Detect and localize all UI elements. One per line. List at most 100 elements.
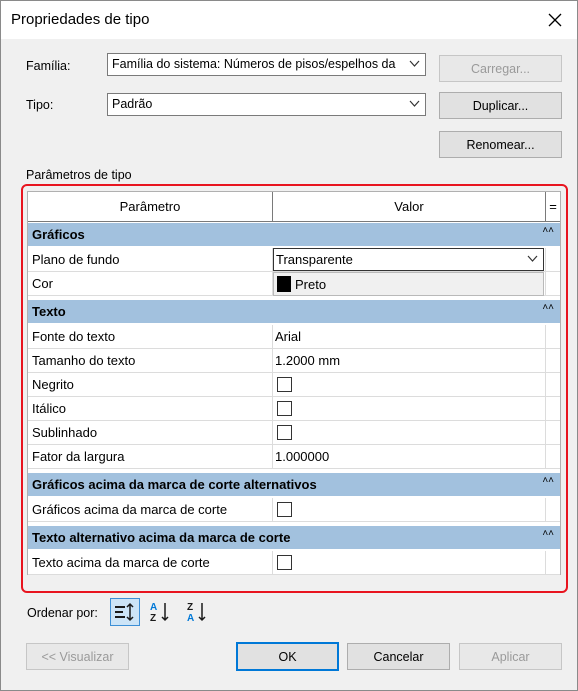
param-row-italic[interactable]: Itálico xyxy=(28,397,560,421)
group-name: Gráficos xyxy=(32,227,85,242)
color-swatch xyxy=(277,276,291,292)
cancel-button[interactable]: Cancelar xyxy=(347,643,450,670)
type-select-value: Padrão xyxy=(112,97,153,111)
underline-checkbox[interactable] xyxy=(277,425,292,440)
collapse-icon[interactable]: ˄˄ xyxy=(542,528,554,539)
param-name: Cor xyxy=(32,276,53,291)
parameters-grid: Parâmetro Valor = Gráficos ˄˄ Plano de f… xyxy=(27,191,561,575)
group-header-text[interactable]: Texto ˄˄ xyxy=(28,300,560,324)
graphics-above-cut-checkbox[interactable] xyxy=(277,502,292,517)
param-value[interactable]: 1.000000 xyxy=(275,449,329,464)
param-row-text-font[interactable]: Fonte do texto Arial xyxy=(28,325,560,349)
column-divider xyxy=(545,445,546,468)
type-label: Tipo: xyxy=(26,98,54,112)
column-header-value-label: Valor xyxy=(394,199,424,214)
sort-grouped-icon xyxy=(115,602,134,622)
param-row-text-above-cut[interactable]: Texto acima da marca de corte xyxy=(28,551,560,575)
apply-button-label: Aplicar xyxy=(491,649,530,664)
param-value[interactable]: 1.2000 mm xyxy=(275,353,340,368)
param-row-underline[interactable]: Sublinhado xyxy=(28,421,560,445)
column-divider xyxy=(545,397,546,420)
param-name: Texto acima da marca de corte xyxy=(32,555,210,570)
type-select[interactable]: Padrão xyxy=(107,93,426,116)
param-name: Gráficos acima da marca de corte xyxy=(32,502,228,517)
param-name: Tamanho do texto xyxy=(32,353,136,368)
column-divider xyxy=(272,421,273,444)
param-row-width-factor[interactable]: Fator da largura 1.000000 xyxy=(28,445,560,469)
group-name: Gráficos acima da marca de corte alterna… xyxy=(32,477,317,492)
type-parameters-label: Parâmetros de tipo xyxy=(26,168,132,182)
rename-button[interactable]: Renomear... xyxy=(439,131,562,158)
close-icon xyxy=(548,13,562,27)
collapse-icon[interactable]: ˄˄ xyxy=(542,302,554,313)
italic-checkbox[interactable] xyxy=(277,401,292,416)
cancel-button-label: Cancelar xyxy=(373,649,424,664)
type-properties-dialog: Propriedades de tipo Família: Família do… xyxy=(0,0,578,691)
column-divider xyxy=(545,325,546,348)
load-button[interactable]: Carregar... xyxy=(439,55,562,82)
collapse-icon[interactable]: ˄˄ xyxy=(542,225,554,236)
collapse-icon[interactable]: ˄˄ xyxy=(542,475,554,486)
svg-text:Z: Z xyxy=(187,602,193,613)
duplicate-button-label: Duplicar... xyxy=(472,98,529,113)
param-row-background[interactable]: Plano de fundo Transparente xyxy=(28,248,560,272)
column-header-equals[interactable]: = xyxy=(546,192,560,222)
column-divider xyxy=(545,373,546,396)
param-name: Sublinhado xyxy=(32,425,98,440)
sort-descending-button[interactable]: Z A xyxy=(182,598,212,626)
column-divider xyxy=(545,349,546,372)
apply-button[interactable]: Aplicar xyxy=(459,643,562,670)
preview-button[interactable]: << Visualizar xyxy=(26,643,129,670)
svg-text:A: A xyxy=(187,613,194,623)
ok-button-label: OK xyxy=(278,649,297,664)
sort-az-icon: A Z xyxy=(150,602,169,623)
close-button[interactable] xyxy=(541,7,569,33)
group-header-text-above-cut[interactable]: Texto alternativo acima da marca de cort… xyxy=(28,526,560,550)
background-select[interactable]: Transparente xyxy=(273,248,544,271)
chevron-down-icon xyxy=(409,60,420,67)
chevron-down-icon xyxy=(527,255,538,262)
column-divider xyxy=(272,551,273,574)
dropdown-option-black[interactable]: Preto xyxy=(273,272,544,296)
background-select-value: Transparente xyxy=(276,252,353,267)
family-select[interactable]: Família do sistema: Números de pisos/esp… xyxy=(107,53,426,76)
column-divider xyxy=(272,373,273,396)
column-header-parameter[interactable]: Parâmetro xyxy=(28,192,273,222)
param-name: Fator da largura xyxy=(32,449,125,464)
svg-text:Z: Z xyxy=(150,613,156,623)
column-header-equals-label: = xyxy=(549,199,557,214)
duplicate-button[interactable]: Duplicar... xyxy=(439,92,562,119)
column-header-parameter-label: Parâmetro xyxy=(119,199,181,214)
column-divider xyxy=(545,498,546,521)
svg-text:A: A xyxy=(150,602,157,613)
column-divider xyxy=(272,325,273,348)
param-name: Fonte do texto xyxy=(32,329,116,344)
family-label: Família: xyxy=(26,59,71,73)
group-name: Texto xyxy=(32,304,66,319)
param-row-graphics-above-cut[interactable]: Gráficos acima da marca de corte xyxy=(28,498,560,522)
family-select-value: Família do sistema: Números de pisos/esp… xyxy=(112,57,396,71)
param-name: Plano de fundo xyxy=(32,252,120,267)
sort-by-label: Ordenar por: xyxy=(27,606,98,620)
column-header-value[interactable]: Valor xyxy=(273,192,546,222)
bold-checkbox[interactable] xyxy=(277,377,292,392)
param-row-bold[interactable]: Negrito xyxy=(28,373,560,397)
dialog-title: Propriedades de tipo xyxy=(11,11,150,28)
ok-button[interactable]: OK xyxy=(236,642,339,671)
text-above-cut-checkbox[interactable] xyxy=(277,555,292,570)
param-row-color[interactable]: Cor Preto xyxy=(28,272,560,296)
param-name: Negrito xyxy=(32,377,74,392)
param-name: Itálico xyxy=(32,401,66,416)
sort-grouped-button[interactable] xyxy=(110,598,140,626)
param-value[interactable]: Arial xyxy=(275,329,301,344)
preview-button-label: << Visualizar xyxy=(41,649,114,664)
group-header-graphics[interactable]: Gráficos ˄˄ xyxy=(28,223,560,247)
load-button-label: Carregar... xyxy=(470,61,531,76)
column-divider xyxy=(545,248,546,271)
column-divider xyxy=(272,349,273,372)
param-row-text-size[interactable]: Tamanho do texto 1.2000 mm xyxy=(28,349,560,373)
chevron-down-icon xyxy=(409,100,420,107)
group-header-graphics-above-cut[interactable]: Gráficos acima da marca de corte alterna… xyxy=(28,473,560,497)
sort-za-icon: Z A xyxy=(187,602,206,623)
sort-ascending-button[interactable]: A Z xyxy=(145,598,175,626)
